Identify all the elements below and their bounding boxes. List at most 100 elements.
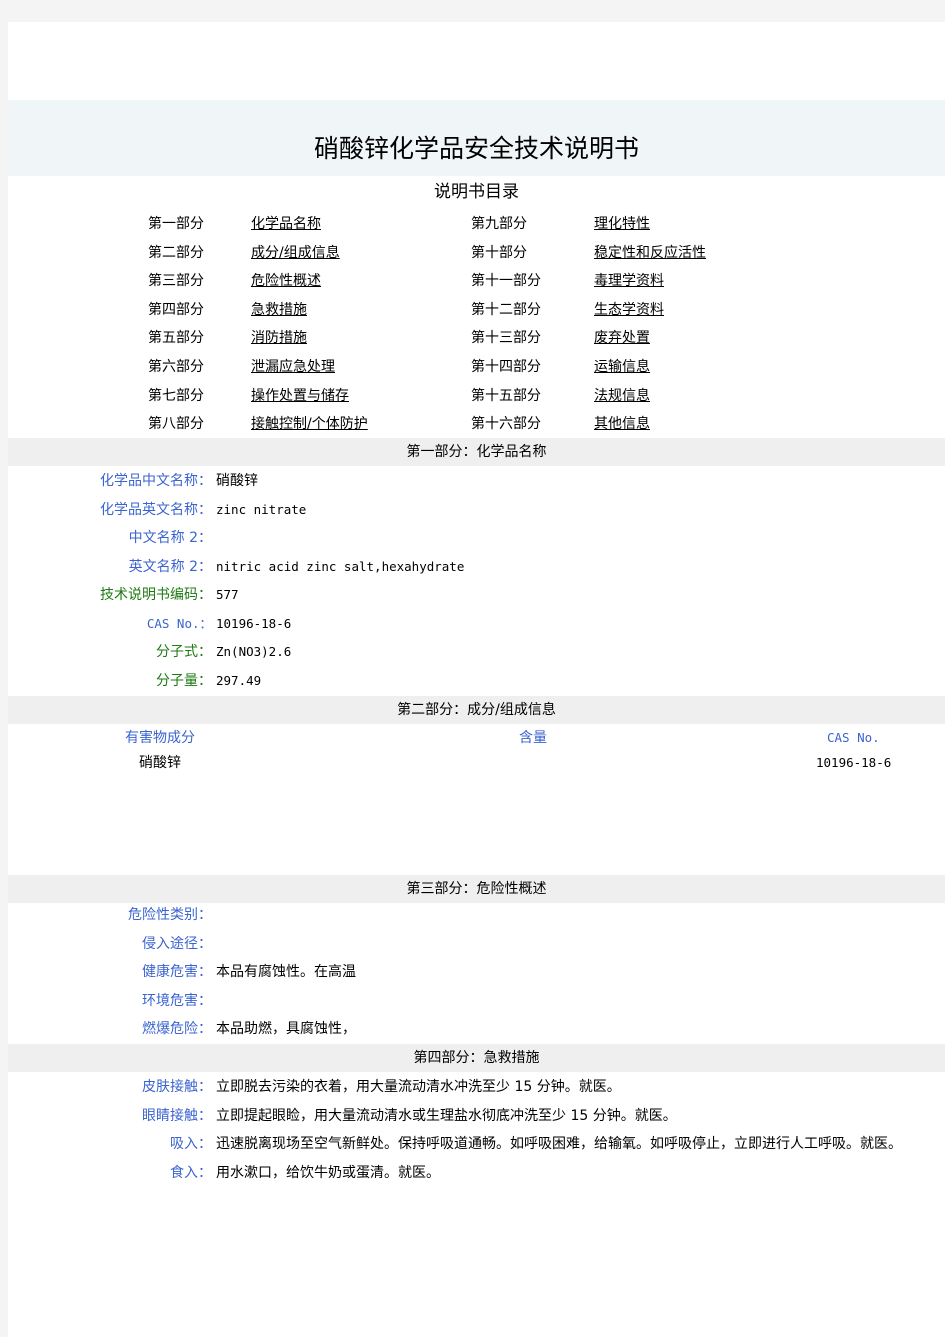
field-row: 化学品中文名称： 硝酸锌 xyxy=(8,467,945,496)
toc-part: 第六部分 xyxy=(148,358,204,375)
toc-row: 第八部分 接触控制/个体防护 第十六部分 其他信息 xyxy=(8,410,945,439)
field-value: 本品有腐蚀性。在高温 xyxy=(216,964,356,980)
toc-part: 第二部分 xyxy=(148,244,204,261)
toc-link-exposure-control[interactable]: 接触控制/个体防护 xyxy=(251,410,368,438)
field-label: 吸入： xyxy=(170,1136,212,1152)
toc-part: 第八部分 xyxy=(148,416,204,433)
toc-link-first-aid[interactable]: 急救措施 xyxy=(251,296,307,324)
toc-row: 第一部分 化学品名称 第九部分 理化特性 xyxy=(8,210,945,239)
section-header-hazards: 第三部分：危险性概述 xyxy=(8,875,945,903)
field-row: 燃爆危险： 本品助燃，具腐蚀性， xyxy=(8,1015,945,1044)
cell-cas: 10196-18-6 xyxy=(816,755,892,770)
field-label: 分子量： xyxy=(156,672,212,689)
field-row: 中文名称 2： xyxy=(8,524,945,553)
field-row: CAS No.： 10196-18-6 xyxy=(8,610,945,639)
field-value: 10196-18-6 xyxy=(216,615,292,631)
field-label: 化学品英文名称： xyxy=(100,501,212,518)
field-value: 用水漱口，给饮牛奶或蛋清。就医。 xyxy=(216,1164,440,1181)
toc-row: 第七部分 操作处置与储存 第十五部分 法规信息 xyxy=(8,382,945,411)
field-value: nitric acid zinc salt,hexahydrate xyxy=(216,558,465,574)
field-value: 立即脱去污染的衣着，用大量流动清水冲洗至少 15 分钟。就医。 xyxy=(216,1079,621,1095)
field-value: 迅速脱离现场至空气新鲜处。保持呼吸道通畅。如呼吸困难，给输氧。如呼吸停止，立即进… xyxy=(216,1136,902,1152)
toc-part: 第七部分 xyxy=(148,387,204,404)
toc-part: 第十六部分 xyxy=(471,416,541,433)
toc-link-ecology[interactable]: 生态学资料 xyxy=(594,296,664,324)
field-value: Zn(NO3)2.6 xyxy=(216,644,292,659)
field-row: 吸入： 迅速脱离现场至空气新鲜处。保持呼吸道通畅。如呼吸困难，给输氧。如呼吸停止… xyxy=(8,1130,945,1159)
field-value: 硝酸锌 xyxy=(216,473,258,489)
toc-part: 第十三部分 xyxy=(471,330,541,347)
field-row: 英文名称 2： nitric acid zinc salt,hexahydrat… xyxy=(8,553,945,582)
table-of-contents: 第一部分 化学品名称 第九部分 理化特性 第二部分 成分/组成信息 第十部分 稳… xyxy=(8,210,945,439)
field-value: 577 xyxy=(216,587,239,602)
field-row: 分子量： 297.49 xyxy=(8,667,945,696)
field-label: 危险性类别： xyxy=(128,907,212,923)
section-header-composition: 第二部分：成分/组成信息 xyxy=(8,696,945,724)
field-row: 危险性类别： xyxy=(8,901,945,930)
field-row: 环境危害： xyxy=(8,987,945,1016)
field-label: 环境危害： xyxy=(142,992,212,1009)
toc-link-composition[interactable]: 成分/组成信息 xyxy=(251,239,340,267)
section1-fields: 化学品中文名称： 硝酸锌 化学品英文名称： zinc nitrate 中文名称 … xyxy=(8,467,945,695)
toc-part: 第十五部分 xyxy=(471,387,541,404)
toc-link-toxicology[interactable]: 毒理学资料 xyxy=(594,267,664,295)
toc-link-hazards[interactable]: 危险性概述 xyxy=(251,267,321,295)
column-header-cas: CAS No. xyxy=(827,730,880,745)
toc-part: 第十四部分 xyxy=(471,358,541,375)
toc-part: 第四部分 xyxy=(148,301,204,318)
toc-link-chemical-name[interactable]: 化学品名称 xyxy=(251,210,321,238)
column-header-content: 含量 xyxy=(519,730,547,746)
field-row: 化学品英文名称： zinc nitrate xyxy=(8,496,945,525)
section-header-first-aid: 第四部分：急救措施 xyxy=(8,1044,945,1072)
field-label: CAS No.： xyxy=(146,615,212,631)
field-label: 皮肤接触： xyxy=(142,1079,212,1095)
field-row: 眼睛接触： 立即提起眼睑，用大量流动清水或生理盐水彻底冲洗至少 15 分钟。就医… xyxy=(8,1102,945,1131)
field-row: 食入： 用水漱口，给饮牛奶或蛋清。就医。 xyxy=(8,1159,945,1188)
toc-row: 第五部分 消防措施 第十三部分 废弃处置 xyxy=(8,324,945,353)
toc-link-other-info[interactable]: 其他信息 xyxy=(594,410,650,438)
document-page: 硝酸锌化学品安全技术说明书 说明书目录 第一部分 化学品名称 第九部分 理化特性… xyxy=(8,22,945,1337)
toc-part: 第十二部分 xyxy=(471,301,541,318)
field-value: 297.49 xyxy=(216,672,262,688)
field-value: zinc nitrate xyxy=(216,501,307,517)
document-title: 硝酸锌化学品安全技术说明书 xyxy=(313,134,639,163)
toc-link-disposal[interactable]: 废弃处置 xyxy=(594,324,650,352)
toc-part: 第十部分 xyxy=(471,244,527,261)
section-header-chemical-name: 第一部分：化学品名称 xyxy=(8,438,945,466)
toc-title: 说明书目录 xyxy=(434,182,519,202)
field-label: 分子式： xyxy=(156,644,212,660)
field-label: 眼睛接触： xyxy=(142,1107,212,1124)
toc-part: 第十一部分 xyxy=(471,273,541,290)
field-label: 健康危害： xyxy=(142,964,212,980)
field-label: 中文名称 2： xyxy=(128,530,212,546)
field-row: 皮肤接触： 立即脱去污染的衣着，用大量流动清水冲洗至少 15 分钟。就医。 xyxy=(8,1073,945,1102)
toc-link-firefighting[interactable]: 消防措施 xyxy=(251,324,307,352)
toc-part: 第五部分 xyxy=(148,330,204,347)
field-label: 侵入途径： xyxy=(142,935,212,952)
section4-fields: 皮肤接触： 立即脱去污染的衣着，用大量流动清水冲洗至少 15 分钟。就医。 眼睛… xyxy=(8,1073,945,1187)
field-row: 健康危害： 本品有腐蚀性。在高温 xyxy=(8,958,945,987)
field-row: 技术说明书编码： 577 xyxy=(8,581,945,610)
toc-link-transport[interactable]: 运输信息 xyxy=(594,353,650,381)
column-header-component: 有害物成分 xyxy=(125,730,195,746)
toc-part: 第一部分 xyxy=(148,216,204,232)
section3-fields: 危险性类别： 侵入途径： 健康危害： 本品有腐蚀性。在高温 环境危害： 燃爆危险… xyxy=(8,901,945,1044)
field-value: 立即提起眼睑，用大量流动清水或生理盐水彻底冲洗至少 15 分钟。就医。 xyxy=(216,1107,677,1124)
field-label: 技术说明书编码： xyxy=(100,587,212,603)
field-value: 本品助燃，具腐蚀性， xyxy=(216,1021,356,1037)
toc-link-handling-storage[interactable]: 操作处置与储存 xyxy=(251,382,349,410)
field-label: 化学品中文名称： xyxy=(100,473,212,489)
toc-row: 第四部分 急救措施 第十二部分 生态学资料 xyxy=(8,296,945,325)
toc-link-physical-properties[interactable]: 理化特性 xyxy=(594,210,650,238)
field-label: 英文名称 2： xyxy=(128,558,212,575)
toc-row: 第六部分 泄漏应急处理 第十四部分 运输信息 xyxy=(8,353,945,382)
field-label: 食入： xyxy=(170,1164,212,1181)
toc-part: 第三部分 xyxy=(148,273,204,290)
toc-row: 第二部分 成分/组成信息 第十部分 稳定性和反应活性 xyxy=(8,239,945,268)
field-row: 分子式： Zn(NO3)2.6 xyxy=(8,638,945,667)
toc-link-regulations[interactable]: 法规信息 xyxy=(594,382,650,410)
toc-link-stability[interactable]: 稳定性和反应活性 xyxy=(594,239,706,267)
toc-link-spill-response[interactable]: 泄漏应急处理 xyxy=(251,353,335,381)
field-label: 燃爆危险： xyxy=(142,1021,212,1037)
toc-part: 第九部分 xyxy=(471,216,527,232)
